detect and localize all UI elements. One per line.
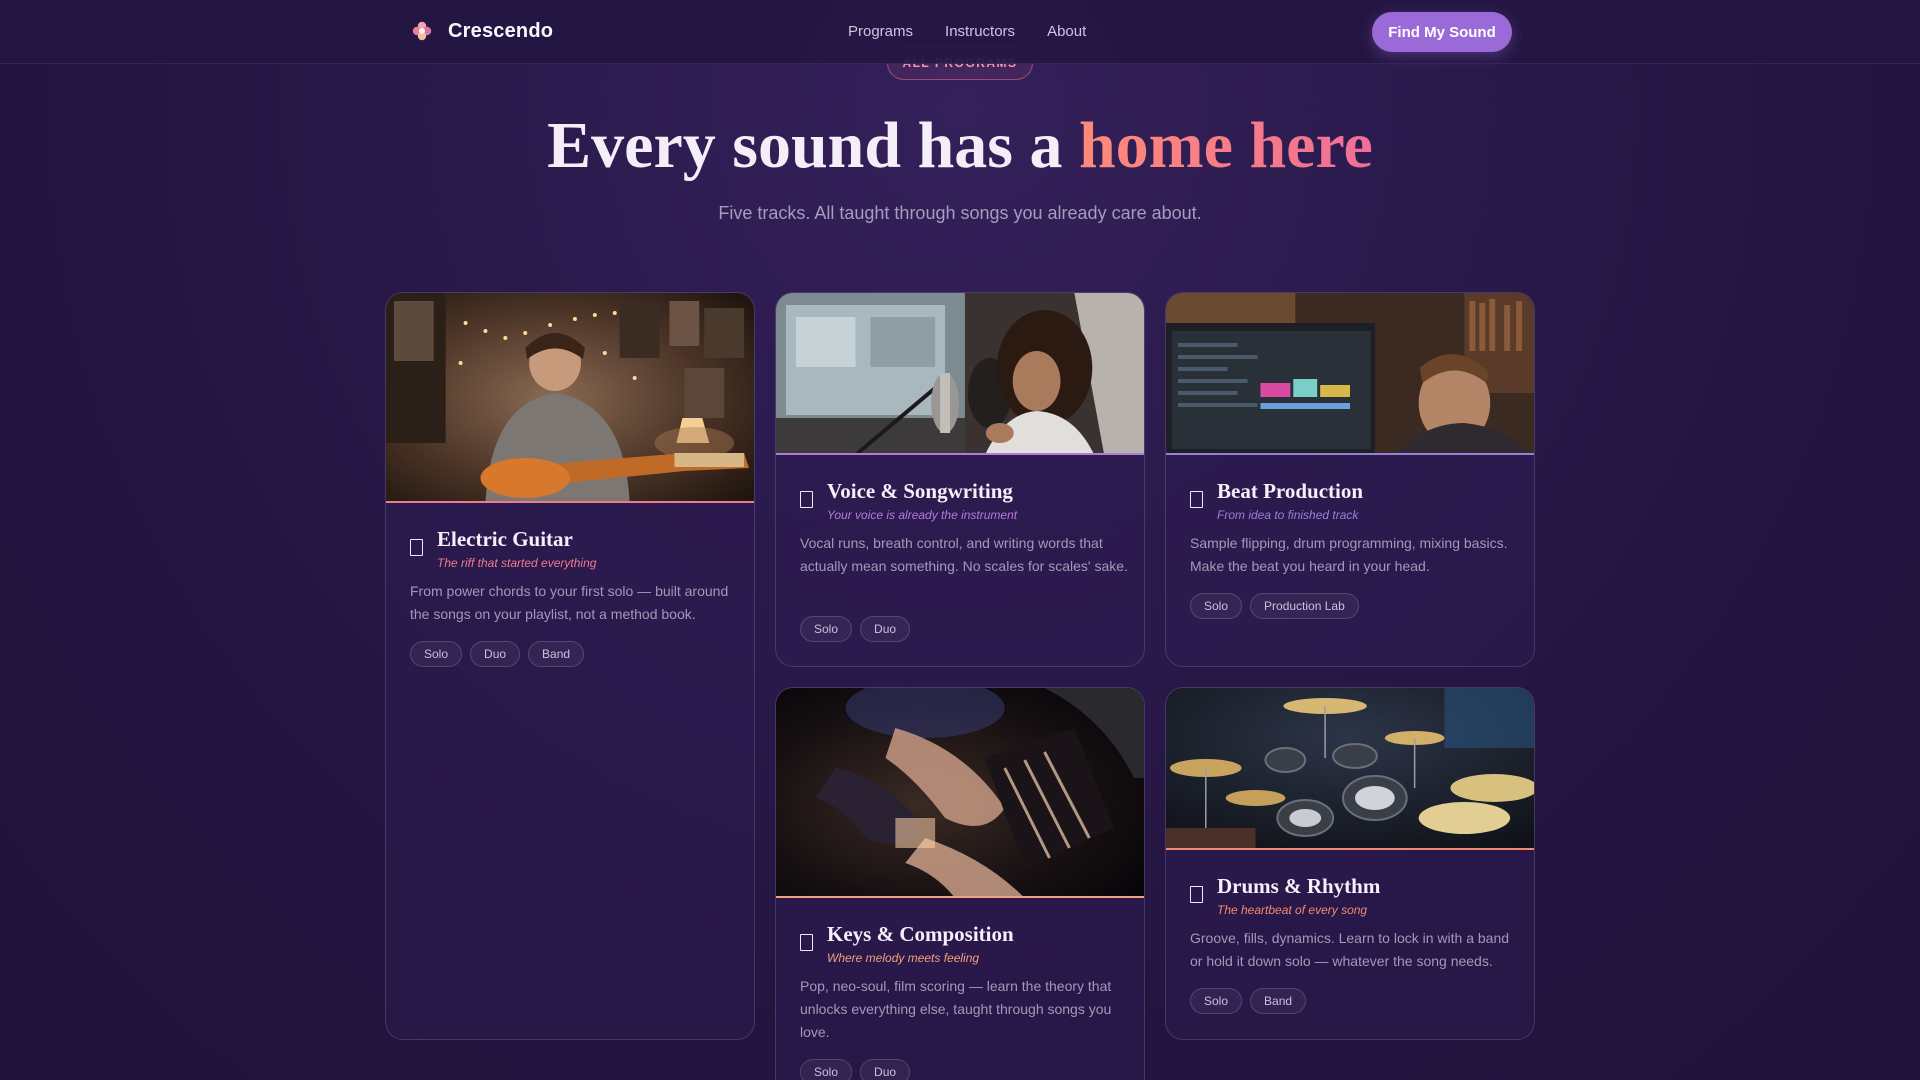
program-tagline: The heartbeat of every song bbox=[1217, 903, 1368, 917]
program-description: From power chords to your first solo — b… bbox=[410, 583, 729, 622]
format-chips: Solo Duo bbox=[800, 616, 911, 642]
format-chip-band[interactable]: Band bbox=[1250, 988, 1307, 1014]
program-title: Drums & Rhythm bbox=[1217, 874, 1381, 898]
voice-songwriting-image bbox=[776, 293, 1144, 455]
nav-links: Programs Instructors About bbox=[848, 23, 1086, 40]
top-nav: Crescendo Programs Instructors About Fin… bbox=[0, 0, 1920, 64]
hero-title-accent: home here bbox=[1078, 109, 1373, 182]
format-chip-duo[interactable]: Duo bbox=[470, 641, 521, 667]
hero-title: Every sound has a home here bbox=[0, 108, 1920, 184]
headphones-icon bbox=[1190, 491, 1203, 508]
brand[interactable]: Crescendo bbox=[410, 19, 553, 43]
program-tagline: The riff that started everything bbox=[437, 556, 597, 570]
program-title: Electric Guitar bbox=[437, 527, 573, 551]
program-description: Groove, fills, dynamics. Learn to lock i… bbox=[1190, 930, 1510, 969]
format-chip-solo[interactable]: Solo bbox=[800, 1059, 853, 1080]
format-chip-solo[interactable]: Solo bbox=[800, 616, 853, 642]
nav-link-about[interactable]: About bbox=[1047, 23, 1086, 40]
program-card-voice-songwriting[interactable]: Voice & Songwriting Your voice is alread… bbox=[775, 292, 1145, 667]
program-description: Vocal runs, breath control, and writing … bbox=[800, 535, 1128, 574]
drums-rhythm-image bbox=[1166, 688, 1534, 850]
format-chip-solo[interactable]: Solo bbox=[1190, 988, 1243, 1014]
program-card-electric-guitar[interactable]: Electric Guitar The riff that started ev… bbox=[385, 292, 755, 1040]
program-title: Beat Production bbox=[1217, 479, 1364, 503]
program-card-keys-composition[interactable]: Keys & Composition Where melody meets fe… bbox=[775, 687, 1145, 1080]
program-tagline: Your voice is already the instrument bbox=[827, 508, 1018, 522]
hero-title-prefix: Every sound has a bbox=[547, 109, 1079, 182]
format-chip-solo[interactable]: Solo bbox=[1190, 593, 1243, 619]
brand-name: Crescendo bbox=[448, 19, 554, 42]
nav-link-instructors[interactable]: Instructors bbox=[945, 23, 1015, 40]
program-tagline: From idea to finished track bbox=[1217, 508, 1359, 522]
keys-composition-image bbox=[776, 688, 1144, 898]
format-chip-solo[interactable]: Solo bbox=[410, 641, 463, 667]
beat-production-image bbox=[1166, 293, 1534, 455]
program-title: Voice & Songwriting bbox=[827, 479, 1013, 503]
electric-guitar-image bbox=[386, 293, 754, 503]
hero-subtitle: Five tracks. All taught through songs yo… bbox=[718, 203, 1202, 223]
format-chip-production-lab[interactable]: Production Lab bbox=[1250, 593, 1359, 619]
format-chips: Solo Duo Band bbox=[410, 641, 585, 667]
format-chip-duo[interactable]: Duo bbox=[860, 616, 911, 642]
program-tagline: Where melody meets feeling bbox=[827, 951, 980, 965]
format-chip-band[interactable]: Band bbox=[528, 641, 585, 667]
piano-icon bbox=[800, 934, 813, 951]
format-chips: Solo Duo bbox=[800, 1059, 911, 1080]
format-chips: Solo Band bbox=[1190, 988, 1307, 1014]
program-description: Sample flipping, drum programming, mixin… bbox=[1190, 535, 1508, 574]
find-my-sound-button[interactable]: Find My Sound bbox=[1372, 12, 1512, 52]
program-card-drums-rhythm[interactable]: Drums & Rhythm The heartbeat of every so… bbox=[1165, 687, 1535, 1040]
guitar-icon bbox=[410, 539, 423, 556]
microphone-icon bbox=[800, 491, 813, 508]
flower-logo-icon bbox=[410, 19, 434, 43]
format-chips: Solo Production Lab bbox=[1190, 593, 1359, 619]
program-card-beat-production[interactable]: Beat Production From idea to finished tr… bbox=[1165, 292, 1535, 667]
nav-link-programs[interactable]: Programs bbox=[848, 23, 913, 40]
program-title: Keys & Composition bbox=[827, 922, 1014, 946]
drum-icon bbox=[1190, 886, 1203, 903]
format-chip-duo[interactable]: Duo bbox=[860, 1059, 911, 1080]
program-description: Pop, neo-soul, film scoring — learn the … bbox=[800, 978, 1112, 1040]
